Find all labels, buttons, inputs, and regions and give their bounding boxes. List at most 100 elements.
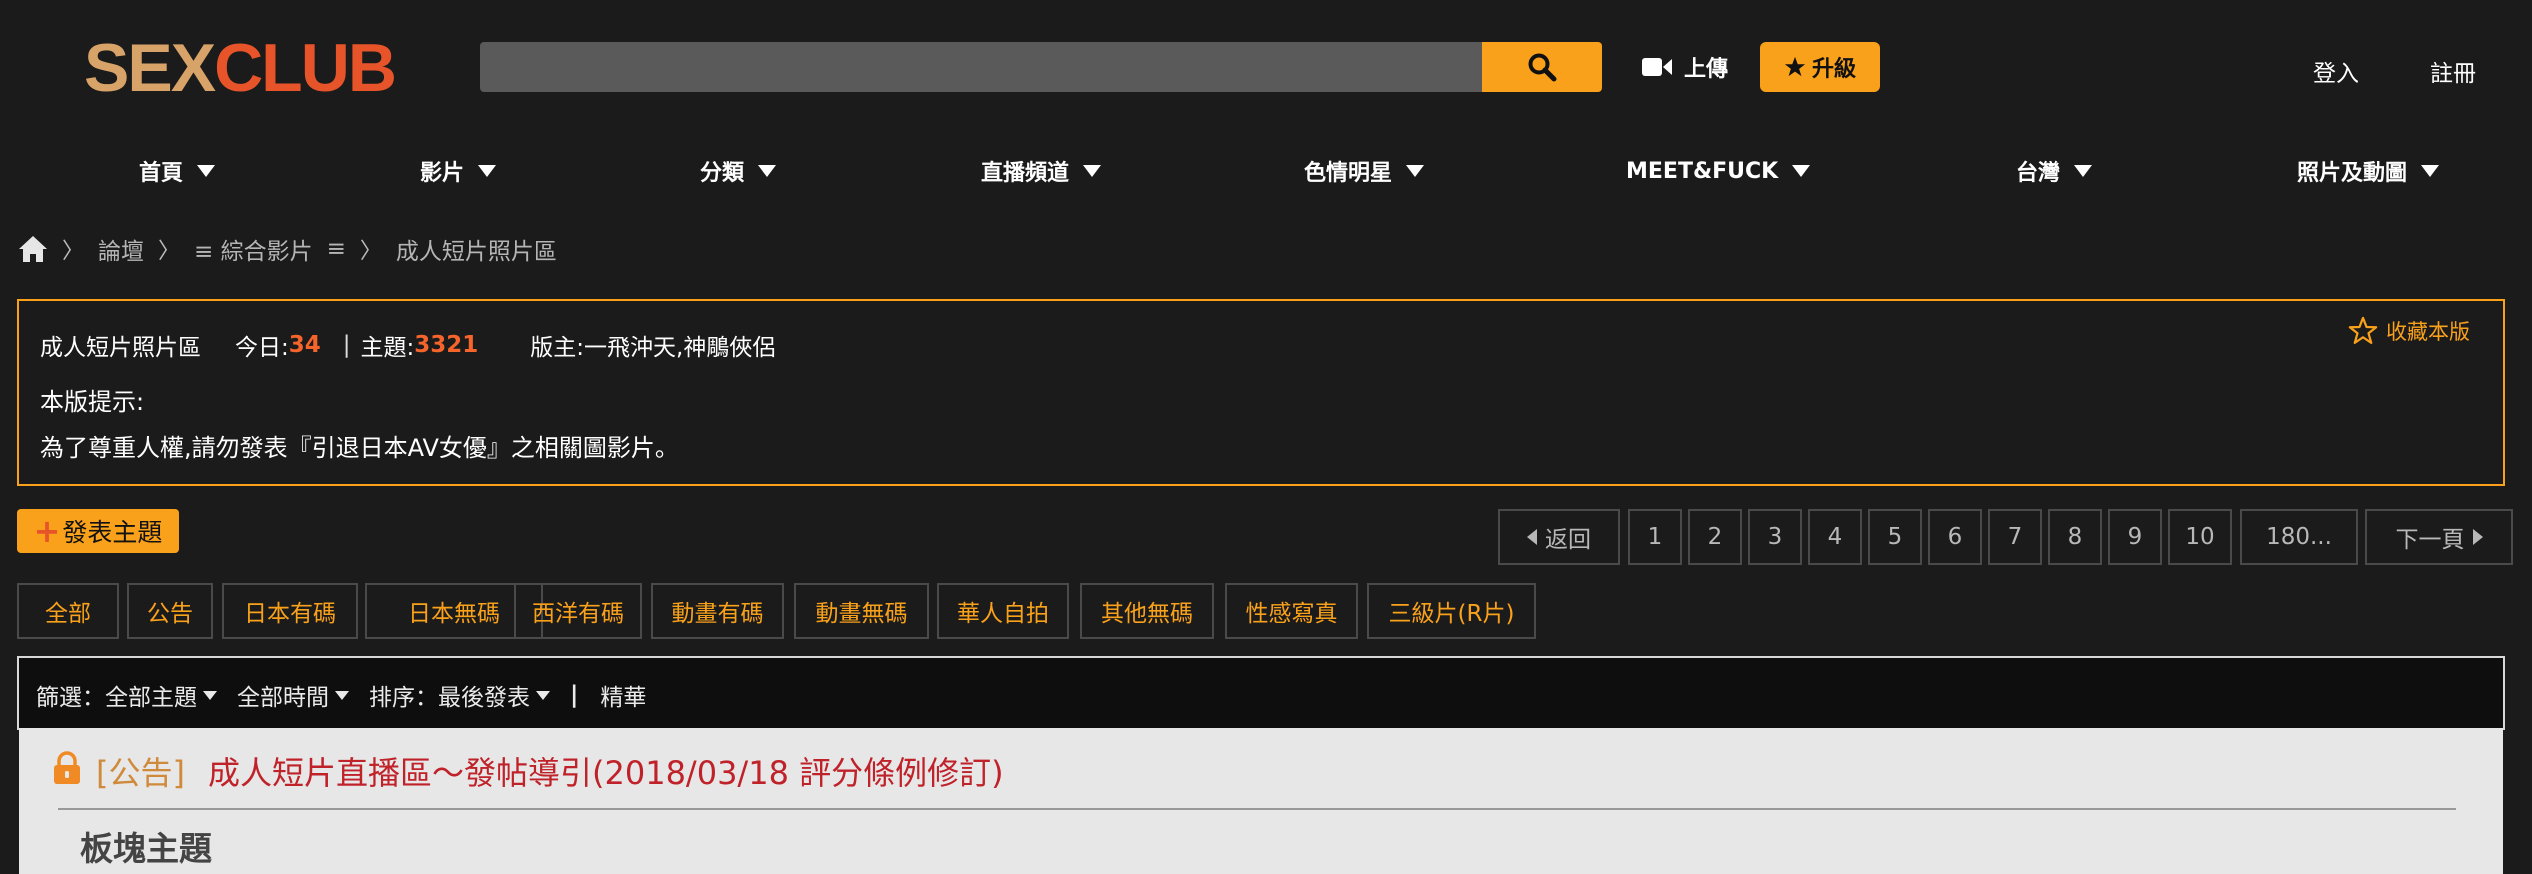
favorite-forum-button[interactable]: 收藏本版 [2348,316,2470,346]
category-tab-announcement[interactable]: 公告 [127,583,213,639]
nav-item-meet[interactable]: MEET&FUCK [1626,154,1811,188]
filter-prefix: 篩選： [36,685,105,711]
upload-button[interactable]: 上傳 [1642,44,1728,90]
nav-item-categories[interactable]: 分類 [700,154,777,188]
stats-separator: | [342,332,351,358]
home-icon[interactable] [18,235,48,263]
pagination-page[interactable]: 3 [1748,509,1802,565]
breadcrumb-category[interactable]: ≡ 綜合影片 [194,232,313,266]
nav-label: 首頁 [139,161,184,186]
star-outline-icon [2348,316,2378,344]
nav-label: 分類 [700,161,745,186]
forum-name: 成人短片照片區 [40,335,201,361]
login-link[interactable]: 登入 [2313,54,2359,88]
caret-down-icon [478,165,497,177]
nav-item-live[interactable]: 直播頻道 [981,154,1102,188]
new-topic-button[interactable]: + 發表主題 [17,509,179,553]
nav-label: 直播頻道 [981,161,1070,186]
breadcrumb: 〉 論壇 〉 ≡ 綜合影片 ≡ 〉 成人短片照片區 [18,232,557,266]
pagination-back[interactable]: 返回 [1498,509,1620,565]
announcement-title-link[interactable]: 成人短片直播區～發帖導引(2018/03/18 評分條例修訂) [208,748,1004,794]
breadcrumb-separator: 〉 [62,239,85,264]
caret-down-icon [197,165,216,177]
category-tab-all[interactable]: 全部 [17,583,119,639]
category-tab-chinese-selfie[interactable]: 華人自拍 [937,583,1069,639]
search-input[interactable] [480,42,1482,92]
category-tab-anime-uncensored[interactable]: 動畫無碼 [794,583,929,639]
time-filter-dropdown[interactable]: 全部時間 [237,678,349,712]
thread-divider [58,808,2456,810]
topics-count: 3321 [414,332,479,358]
nav-item-taiwan[interactable]: 台灣 [2016,154,2093,188]
upgrade-button[interactable]: 升級 [1760,42,1880,92]
caret-down-icon [203,690,217,700]
caret-down-icon [335,690,349,700]
plus-icon: + [33,512,61,550]
category-tab-r-rated[interactable]: 三級片(R片) [1367,583,1536,639]
star-icon [1784,56,1806,77]
pagination-last-page[interactable]: 180... [2240,509,2358,565]
time-filter-value: 全部時間 [237,685,329,711]
forum-stats: 成人短片照片區 今日: 34 | 主題: 3321 版主:一飛沖天,神鵰俠侶 [40,328,775,362]
nav-label: MEET&FUCK [1626,158,1779,184]
lock-icon [54,751,80,784]
pagination-page[interactable]: 7 [1988,509,2042,565]
search-icon [1528,53,1557,82]
pagination-page[interactable]: 10 [2168,509,2232,565]
pagination-page[interactable]: 1 [1628,509,1682,565]
moderators: 版主:一飛沖天,神鵰俠侶 [530,335,776,361]
caret-down-icon [758,165,777,177]
forum-tip-text: 為了尊重人權,請勿發表『引退日本AV女優』之相關圖影片。 [40,434,679,462]
caret-down-icon [1792,165,1811,177]
sort-value: 排序：最後發表 [369,685,530,711]
caret-down-icon [2074,165,2093,177]
caret-down-icon [1406,165,1425,177]
breadcrumb-current: 成人短片照片區 [395,239,557,265]
nav-item-home[interactable]: 首頁 [139,154,216,188]
pagination-page[interactable]: 2 [1688,509,1742,565]
pagination-page[interactable]: 4 [1808,509,1862,565]
today-label: 今日: [235,335,289,361]
digest-filter[interactable]: 精華 [600,678,646,712]
announcement-tag: [公告] [96,754,185,792]
category-tab-jp-censored[interactable]: 日本有碼 [222,583,358,639]
nav-item-photos[interactable]: 照片及動圖 [2297,154,2440,188]
topics-label: 主題: [360,335,415,361]
breadcrumb-forum[interactable]: 論壇 [98,232,144,266]
caret-down-icon [2421,165,2440,177]
sort-dropdown[interactable]: 排序：最後發表 [369,678,550,712]
pagination-page[interactable]: 5 [1868,509,1922,565]
search-button[interactable] [1482,42,1602,92]
caret-right-icon [2472,529,2483,545]
new-topic-label: 發表主題 [62,518,163,547]
breadcrumb-menu-icon[interactable]: ≡ [327,236,346,262]
caret-down-icon [1083,165,1102,177]
pagination-page[interactable]: 6 [1928,509,1982,565]
pagination-page[interactable]: 9 [2108,509,2162,565]
logo-text-sex: SEX [84,30,216,106]
topic-filter-dropdown[interactable]: 篩選： 全部主題 [36,678,217,712]
caret-down-icon [536,690,550,700]
today-count: 34 [288,332,321,358]
pagination-next-label: 下一頁 [2395,527,2465,553]
nav-item-stars[interactable]: 色情明星 [1304,154,1425,188]
pagination-next[interactable]: 下一頁 [2365,509,2513,565]
category-tab-western[interactable]: 西洋有碼 [514,583,642,639]
favorite-label: 收藏本版 [2386,320,2470,344]
nav-label: 色情明星 [1304,161,1393,186]
filter-separator: | [570,682,579,708]
pagination-page[interactable]: 8 [2048,509,2102,565]
upgrade-label: 升級 [1811,57,1856,82]
category-tab-sexy-photos[interactable]: 性感寫真 [1225,583,1358,639]
register-link[interactable]: 註冊 [2430,54,2476,88]
video-camera-icon [1642,58,1672,76]
site-logo[interactable]: SEXCLUB [84,30,397,106]
breadcrumb-separator: 〉 [359,239,382,264]
nav-label: 影片 [420,161,465,186]
category-tab-other-uncensored[interactable]: 其他無碼 [1080,583,1214,639]
forum-tip-title: 本版提示: [40,388,145,416]
category-tab-anime-censored[interactable]: 動畫有碼 [651,583,784,639]
nav-item-videos[interactable]: 影片 [420,154,497,188]
thread-filters: 篩選： 全部主題 全部時間 排序：最後發表 | 精華 [36,678,646,712]
logo-text-club: CLUB [214,30,397,106]
